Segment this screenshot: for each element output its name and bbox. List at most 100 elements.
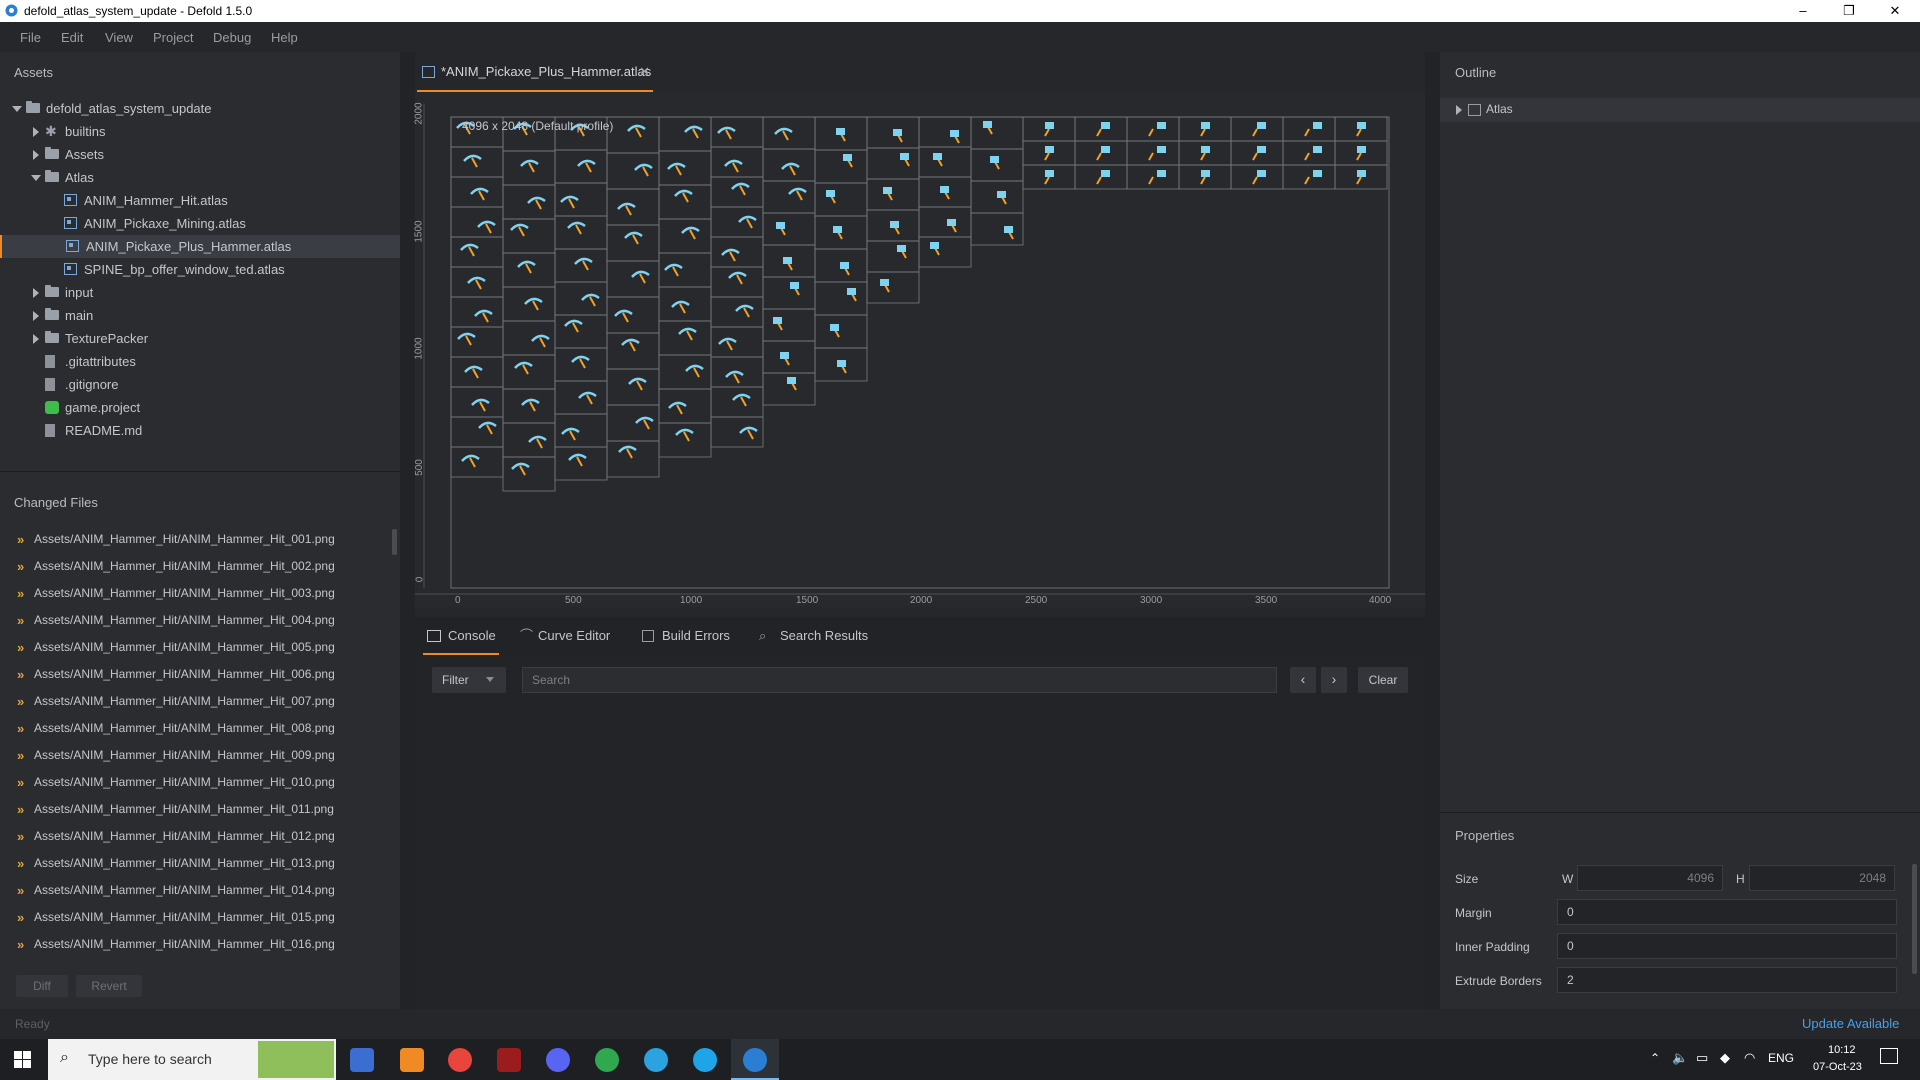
tray-chevron-icon[interactable]: ⌃ [1650, 1051, 1660, 1065]
next-result-button[interactable]: › [1321, 667, 1347, 693]
tree-item[interactable]: game.project [0, 396, 400, 419]
tree-item[interactable]: ANIM_Pickaxe_Plus_Hammer.atlas [0, 235, 400, 258]
previous-result-button[interactable]: ‹ [1290, 667, 1316, 693]
changed-file-item[interactable]: » Assets/ANIM_Hammer_Hit/ANIM_Hammer_Hit_… [0, 742, 392, 769]
extrude-borders-value: 2 [1567, 973, 1574, 987]
expand-icon[interactable] [33, 311, 39, 321]
properties-scrollbar[interactable] [1912, 864, 1917, 974]
tree-item[interactable]: .gitattributes [0, 350, 400, 373]
collapse-icon[interactable] [12, 106, 22, 112]
changed-file-item[interactable]: » Assets/ANIM_Hammer_Hit/ANIM_Hammer_Hit_… [0, 715, 392, 742]
menu-file[interactable]: File [20, 30, 41, 45]
outline-item-atlas[interactable]: Atlas [1440, 98, 1920, 122]
tab-atlas-editor[interactable]: *ANIM_Pickaxe_Plus_Hammer.atlas ✕ [417, 52, 653, 92]
chrome-icon[interactable] [448, 1048, 472, 1072]
tab-search-results[interactable]: ⌕ Search Results [759, 617, 869, 655]
changed-file-item[interactable]: » Assets/ANIM_Hammer_Hit/ANIM_Hammer_Hit_… [0, 931, 392, 958]
wifi-icon[interactable]: ◠ [1744, 1050, 1755, 1066]
changed-file-item[interactable]: » Assets/ANIM_Hammer_Hit/ANIM_Hammer_Hit_… [0, 607, 392, 634]
tree-item[interactable]: ANIM_Hammer_Hit.atlas [0, 189, 400, 212]
menu-help[interactable]: Help [271, 30, 298, 45]
extrude-borders-field[interactable]: 2 [1557, 967, 1897, 993]
hammer-sprite-icon [1157, 170, 1166, 177]
changed-file-item[interactable]: » Assets/ANIM_Hammer_Hit/ANIM_Hammer_Hit_… [0, 553, 392, 580]
tree-item[interactable]: TexturePacker [0, 327, 400, 350]
tree-item[interactable]: ANIM_Pickaxe_Mining.atlas [0, 212, 400, 235]
expand-icon[interactable] [33, 288, 39, 298]
console-search-input[interactable]: Search [522, 667, 1277, 693]
tree-item[interactable]: .gitignore [0, 373, 400, 396]
clear-button[interactable]: Clear [1358, 667, 1408, 693]
discord-icon[interactable] [546, 1048, 570, 1072]
app-icon[interactable] [497, 1048, 521, 1072]
changed-file-item[interactable]: » Assets/ANIM_Hammer_Hit/ANIM_Hammer_Hit_… [0, 823, 392, 850]
changed-file-item[interactable]: » Assets/ANIM_Hammer_Hit/ANIM_Hammer_Hit_… [0, 634, 392, 661]
tree-item[interactable]: Atlas [0, 166, 400, 189]
changed-file-item[interactable]: » Assets/ANIM_Hammer_Hit/ANIM_Hammer_Hit_… [0, 850, 392, 877]
changed-file-item[interactable]: » Assets/ANIM_Hammer_Hit/ANIM_Hammer_Hit_… [0, 580, 392, 607]
atlas-canvas[interactable] [415, 92, 1425, 607]
language-indicator[interactable]: ENG [1768, 1051, 1794, 1065]
left-splitter[interactable] [400, 52, 415, 1009]
tree-item[interactable]: ✱ builtins [0, 120, 400, 143]
panel-divider [1440, 812, 1920, 813]
notifications-icon[interactable] [1880, 1048, 1898, 1064]
tree-item[interactable]: main [0, 304, 400, 327]
diff-button[interactable]: Diff [16, 975, 68, 997]
menu-project[interactable]: Project [153, 30, 193, 45]
menu-debug[interactable]: Debug [213, 30, 251, 45]
expand-icon[interactable] [33, 150, 39, 160]
modified-file-icon: » [17, 640, 24, 655]
close-tab-icon[interactable]: ✕ [639, 52, 650, 92]
filter-dropdown[interactable]: Filter [432, 667, 506, 693]
tree-item[interactable]: SPINE_bp_offer_window_ted.atlas [0, 258, 400, 281]
inner-padding-field[interactable]: 0 [1557, 933, 1897, 959]
defold-taskbar-button[interactable] [731, 1039, 779, 1080]
hammer-sprite-icon [847, 288, 856, 295]
changed-file-item[interactable]: » Assets/ANIM_Hammer_Hit/ANIM_Hammer_Hit_… [0, 661, 392, 688]
changed-file-item[interactable]: » Assets/ANIM_Hammer_Hit/ANIM_Hammer_Hit_… [0, 526, 392, 553]
tab-console[interactable]: Console [423, 617, 499, 655]
margin-field[interactable]: 0 [1557, 899, 1897, 925]
collapse-icon[interactable] [31, 175, 41, 181]
volume-icon[interactable]: 🔈 [1672, 1050, 1688, 1066]
restore-button[interactable]: ❐ [1826, 0, 1872, 22]
telegram-icon[interactable] [644, 1048, 668, 1072]
windows-start-icon[interactable] [14, 1051, 31, 1068]
expand-icon[interactable] [33, 334, 39, 344]
tree-item[interactable]: README.md [0, 419, 400, 442]
tree-item[interactable]: input [0, 281, 400, 304]
battery-icon[interactable]: ▭ [1696, 1050, 1708, 1066]
revert-button[interactable]: Revert [76, 975, 142, 997]
tree-item[interactable]: defold_atlas_system_update [0, 97, 400, 120]
atlas-viewport[interactable]: 4096 x 2048 (Default profile) 0 500 1000… [414, 92, 1425, 607]
viewport-splitter[interactable] [415, 607, 1425, 617]
changed-file-item[interactable]: » Assets/ANIM_Hammer_Hit/ANIM_Hammer_Hit_… [0, 904, 392, 931]
changed-files-scrollbar[interactable] [392, 529, 397, 555]
height-field[interactable]: 2048 [1749, 865, 1895, 891]
changed-file-item[interactable]: » Assets/ANIM_Hammer_Hit/ANIM_Hammer_Hit_… [0, 877, 392, 904]
sublime-text-icon[interactable] [400, 1048, 424, 1072]
changed-file-item[interactable]: » Assets/ANIM_Hammer_Hit/ANIM_Hammer_Hit_… [0, 796, 392, 823]
update-available-link[interactable]: Update Available [1802, 1016, 1899, 1031]
dropbox-icon[interactable]: ◆ [1720, 1050, 1730, 1066]
close-window-button[interactable]: ✕ [1872, 0, 1918, 22]
width-field[interactable]: 4096 [1577, 865, 1723, 891]
expand-icon[interactable] [1456, 105, 1462, 115]
tab-build-errors[interactable]: Build Errors [642, 617, 742, 655]
right-splitter[interactable] [1425, 52, 1440, 1009]
tab-curve-editor[interactable]: ⌒ Curve Editor [520, 617, 620, 655]
save-app-icon[interactable] [350, 1048, 374, 1072]
changed-file-item[interactable]: » Assets/ANIM_Hammer_Hit/ANIM_Hammer_Hit_… [0, 688, 392, 715]
app-icon-2[interactable] [693, 1048, 717, 1072]
menu-view[interactable]: View [105, 30, 133, 45]
clock-time[interactable]: 10:12 [1828, 1044, 1856, 1056]
tree-item[interactable]: Assets [0, 143, 400, 166]
expand-icon[interactable] [33, 127, 39, 137]
minimize-button[interactable]: – [1780, 0, 1826, 22]
chrome-profile-icon[interactable] [595, 1048, 619, 1072]
clock-date[interactable]: 07-Oct-23 [1813, 1061, 1862, 1073]
taskbar-search-box[interactable]: ⌕ Type here to search [48, 1039, 336, 1080]
menu-edit[interactable]: Edit [61, 30, 83, 45]
changed-file-item[interactable]: » Assets/ANIM_Hammer_Hit/ANIM_Hammer_Hit_… [0, 769, 392, 796]
